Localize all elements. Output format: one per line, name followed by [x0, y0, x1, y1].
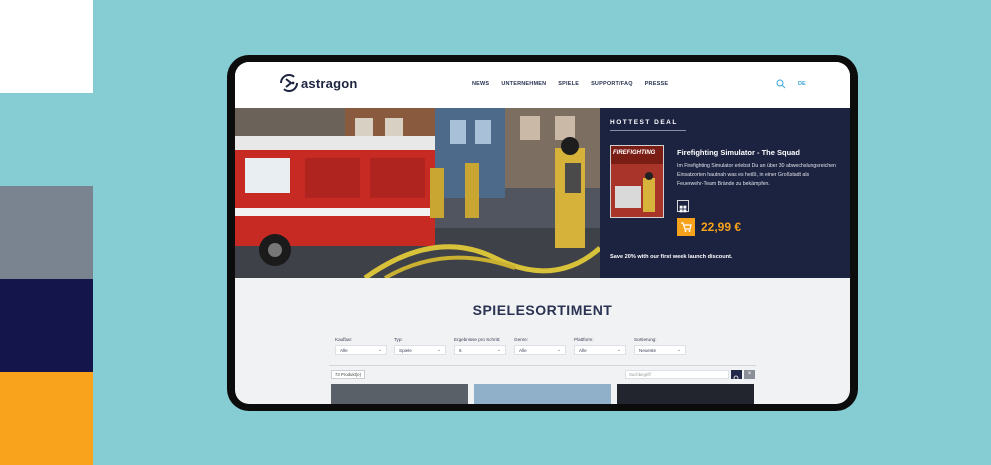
chevron-down-icon: ⌄ — [377, 347, 382, 353]
site-header: astragon NEWS UNTERNEHMEN SPIELE SUPPORT… — [235, 62, 850, 108]
filter-label: Sortierung: — [634, 337, 657, 342]
filter-label: Typ: — [394, 337, 403, 342]
nav-item-unternehmen[interactable]: UNTERNEHMEN — [501, 81, 546, 87]
filter-select[interactable]: Neueste ⌄ — [634, 345, 686, 355]
cart-icon — [681, 222, 692, 232]
filter-select[interactable]: Alle ⌄ — [574, 345, 626, 355]
windows-icon — [677, 200, 689, 213]
chevron-down-icon: ⌄ — [616, 347, 621, 353]
nav-item-spiele[interactable]: SPIELE — [558, 81, 579, 87]
logo-mark-icon — [280, 74, 298, 92]
product-thumbnail[interactable] — [331, 384, 468, 404]
product-thumbnail[interactable] — [617, 384, 754, 404]
filter-label: Plattform: — [574, 337, 594, 342]
filter-label: Kaufbar: — [335, 337, 353, 342]
filter-kaufbar: Kaufbar: Alle ⌄ — [335, 337, 387, 355]
cover-art — [611, 164, 663, 217]
astragon-logo[interactable]: astragon — [280, 74, 358, 92]
product-thumbnail[interactable] — [474, 384, 611, 404]
nav-item-news[interactable]: NEWS — [472, 81, 489, 87]
price: 22,99 € — [701, 220, 742, 234]
catalog-title: SPIELESORTIMENT — [472, 302, 613, 318]
tablet-frame: astragon NEWS UNTERNEHMEN SPIELE SUPPORT… — [227, 55, 858, 411]
catalog-search-input[interactable]: Suchbegriff — [625, 370, 729, 379]
add-to-cart-button[interactable] — [677, 218, 695, 236]
logo-text: astragon — [301, 75, 358, 91]
main-nav: NEWS UNTERNEHMEN SPIELE SUPPORT/FAQ PRES… — [472, 81, 668, 87]
deal-heading: HOTTEST DEAL — [610, 119, 678, 126]
filter-label: Ergebnisse pro Schritt: — [454, 337, 501, 342]
hero-artwork — [235, 108, 600, 278]
nav-item-support[interactable]: SUPPORT/FAQ — [591, 81, 633, 87]
color-swatch-orange — [0, 372, 93, 465]
filter-ergebnisse: Ergebnisse pro Schritt: 6 ⌄ — [454, 337, 506, 355]
search-icon[interactable] — [776, 79, 786, 89]
filter-select[interactable]: Alle ⌄ — [335, 345, 387, 355]
deal-divider — [610, 130, 686, 131]
color-swatch-white — [0, 0, 93, 93]
chevron-down-icon: ⌄ — [676, 347, 681, 353]
filter-typ: Typ: Spiele ⌄ — [394, 337, 446, 355]
divider — [329, 365, 756, 366]
game-title[interactable]: Firefighting Simulator - The Squad — [677, 148, 800, 157]
chevron-down-icon: ⌄ — [496, 347, 501, 353]
filter-select[interactable]: 6 ⌄ — [454, 345, 506, 355]
nav-item-presse[interactable]: PRESSE — [645, 81, 669, 87]
hottest-deal-panel: HOTTEST DEAL FIREFIGHTING Firefighting S… — [600, 108, 850, 278]
filter-genre: Genre: Alle ⌄ — [514, 337, 566, 355]
chevron-down-icon: ⌄ — [436, 347, 441, 353]
website-screen: astragon NEWS UNTERNEHMEN SPIELE SUPPORT… — [235, 62, 850, 404]
filter-plattform: Plattform: Alle ⌄ — [574, 337, 626, 355]
language-switch[interactable]: DE — [798, 81, 806, 87]
catalog-search-button[interactable] — [731, 370, 742, 382]
filter-sortierung: Sortierung: Neueste ⌄ — [634, 337, 686, 355]
filter-label: Genre: — [514, 337, 529, 342]
chevron-down-icon: ⌄ — [556, 347, 561, 353]
search-icon — [733, 375, 740, 382]
promo-text: Save 20% with our first week launch disc… — [610, 254, 733, 260]
game-description: Im Firefighting Simulator erlebst Du an … — [677, 163, 836, 187]
hero-banner: HOTTEST DEAL FIREFIGHTING Firefighting S… — [235, 108, 850, 278]
filter-select[interactable]: Spiele ⌄ — [394, 345, 446, 355]
product-count: 73 Produkt(e) — [331, 370, 366, 379]
color-swatch-navy — [0, 279, 93, 372]
color-swatch-gray — [0, 186, 93, 279]
clear-search-button[interactable]: × — [744, 370, 755, 379]
filter-select[interactable]: Alle ⌄ — [514, 345, 566, 355]
game-cover[interactable]: FIREFIGHTING — [610, 145, 664, 218]
